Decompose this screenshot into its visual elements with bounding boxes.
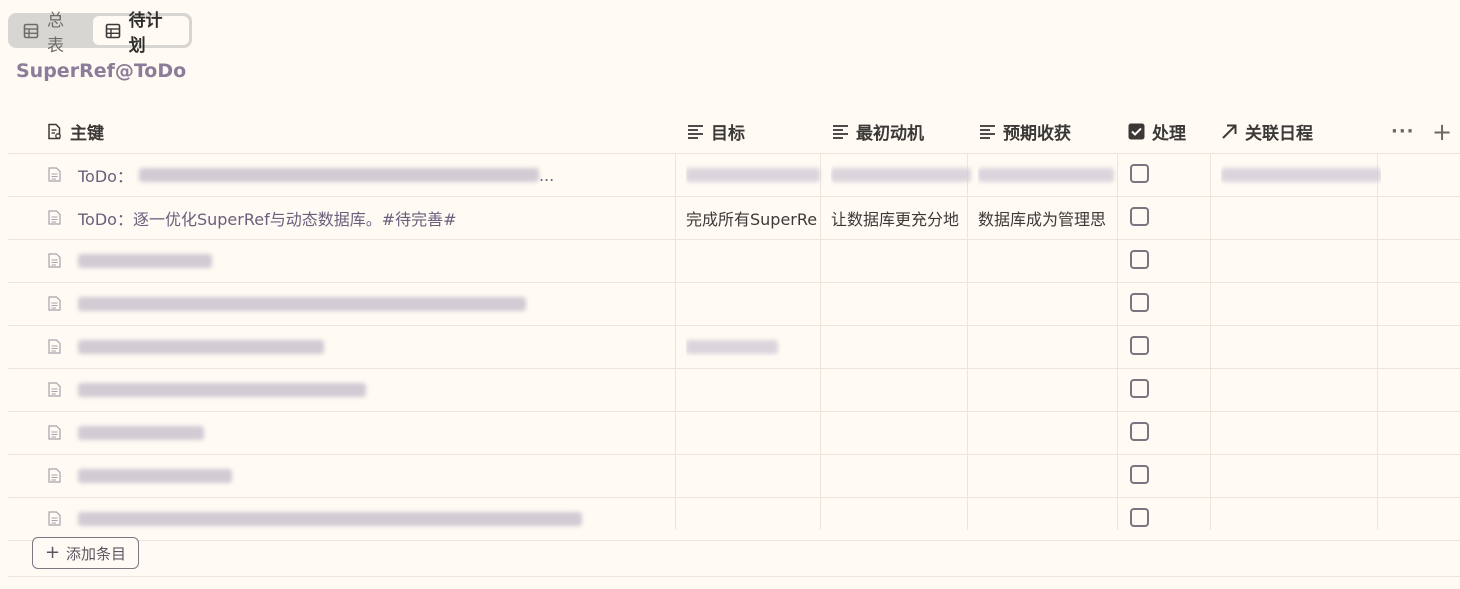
database-table: 主键 目标 最初动机 预期收获 处理 关联日程 ··· + ToDo： ... … bbox=[8, 110, 1460, 541]
table-row[interactable]: ToDo： 逐一优化SuperRef与动态数据库。#待完善# 完成所有SuperR… bbox=[8, 197, 1460, 240]
process-checkbox[interactable] bbox=[1130, 336, 1149, 355]
page-icon bbox=[48, 425, 61, 444]
process-checkbox[interactable] bbox=[1130, 164, 1149, 183]
page-icon bbox=[48, 511, 61, 530]
page-icon bbox=[48, 296, 61, 315]
redacted-text bbox=[78, 383, 366, 397]
row-title[interactable] bbox=[78, 455, 232, 497]
redacted-text bbox=[686, 340, 778, 354]
table-row[interactable] bbox=[8, 455, 1460, 498]
process-checkbox[interactable] bbox=[1130, 422, 1149, 441]
table-row[interactable] bbox=[8, 326, 1460, 369]
goal-cell[interactable]: 完成所有SuperRe bbox=[686, 197, 828, 239]
view-tabs: 总表 待计划 bbox=[8, 11, 192, 56]
page-icon bbox=[48, 468, 61, 487]
expected-cell[interactable]: 数据库成为管理思 bbox=[978, 197, 1125, 239]
page-icon bbox=[48, 339, 61, 358]
redacted-text bbox=[831, 168, 971, 182]
table-row[interactable] bbox=[8, 240, 1460, 283]
column-header-process[interactable]: 处理 bbox=[1128, 110, 1186, 153]
process-checkbox[interactable] bbox=[1130, 250, 1149, 269]
motivation-cell[interactable] bbox=[831, 154, 975, 196]
redacted-text bbox=[1221, 168, 1381, 182]
row-title[interactable]: ToDo： 逐一优化SuperRef与动态数据库。#待完善# bbox=[78, 197, 457, 239]
tab-label: 待计划 bbox=[128, 10, 163, 56]
divider bbox=[8, 576, 1460, 577]
more-options-icon[interactable]: ··· bbox=[1391, 110, 1415, 153]
row-title[interactable] bbox=[78, 283, 526, 325]
table-row[interactable]: ToDo： ... bbox=[8, 154, 1460, 197]
column-header-key[interactable]: 主键 bbox=[46, 110, 104, 153]
column-header-motivation[interactable]: 最初动机 bbox=[832, 110, 924, 153]
table-icon bbox=[23, 23, 39, 39]
process-checkbox[interactable] bbox=[1130, 379, 1149, 398]
table-row[interactable] bbox=[8, 369, 1460, 412]
process-checkbox[interactable] bbox=[1130, 508, 1149, 527]
table-icon bbox=[105, 23, 121, 39]
column-header-related[interactable]: 关联日程 bbox=[1221, 110, 1313, 153]
text-lines-icon bbox=[979, 124, 996, 139]
table-header: 主键 目标 最初动机 预期收获 处理 关联日程 ··· + bbox=[8, 110, 1460, 154]
tab-all[interactable]: 总表 bbox=[11, 11, 91, 56]
expected-cell[interactable] bbox=[978, 154, 1123, 196]
redacted-text bbox=[78, 469, 232, 483]
row-title[interactable]: ToDo： ... bbox=[78, 154, 554, 196]
row-title[interactable] bbox=[78, 412, 204, 454]
plus-icon: + bbox=[44, 542, 61, 563]
arrow-up-right-icon bbox=[1221, 123, 1238, 140]
tab-label: 总表 bbox=[47, 10, 64, 56]
page-icon bbox=[48, 253, 61, 272]
add-entry-label: 添加条目 bbox=[66, 544, 127, 563]
column-header-expected[interactable]: 预期收获 bbox=[979, 110, 1071, 153]
redacted-text bbox=[78, 297, 526, 311]
column-header-goal[interactable]: 目标 bbox=[687, 110, 745, 153]
page-icon bbox=[48, 210, 61, 229]
table-row[interactable] bbox=[8, 283, 1460, 326]
process-checkbox[interactable] bbox=[1130, 207, 1149, 226]
tab-pending[interactable]: 待计划 bbox=[92, 11, 189, 56]
redacted-text bbox=[78, 426, 204, 440]
goal-cell[interactable] bbox=[686, 154, 826, 196]
related-cell[interactable] bbox=[1221, 154, 1381, 196]
row-title[interactable] bbox=[78, 498, 582, 540]
row-title[interactable] bbox=[78, 369, 366, 411]
text-lines-icon bbox=[832, 124, 849, 139]
process-checkbox[interactable] bbox=[1130, 293, 1149, 312]
redacted-text bbox=[78, 340, 324, 354]
page-key-icon bbox=[46, 123, 63, 140]
text-lines-icon bbox=[687, 124, 704, 139]
motivation-cell[interactable]: 让数据库更充分地 bbox=[831, 197, 975, 239]
database-title[interactable]: SuperRef@ToDo bbox=[16, 60, 186, 82]
redacted-text bbox=[78, 254, 212, 268]
goal-cell[interactable] bbox=[686, 326, 826, 368]
add-entry-button[interactable]: + 添加条目 bbox=[32, 537, 139, 569]
row-title[interactable] bbox=[78, 240, 212, 282]
redacted-text bbox=[78, 512, 582, 526]
checkbox-checked-icon bbox=[1128, 123, 1145, 140]
redacted-text bbox=[138, 168, 539, 182]
table-row[interactable] bbox=[8, 412, 1460, 455]
redacted-text bbox=[686, 168, 820, 182]
row-title[interactable] bbox=[78, 326, 324, 368]
page-icon bbox=[48, 167, 61, 186]
process-checkbox[interactable] bbox=[1130, 465, 1149, 484]
table-row[interactable] bbox=[8, 498, 1460, 541]
redacted-text bbox=[978, 168, 1114, 182]
add-column-icon[interactable]: + bbox=[1432, 110, 1452, 153]
page-icon bbox=[48, 382, 61, 401]
